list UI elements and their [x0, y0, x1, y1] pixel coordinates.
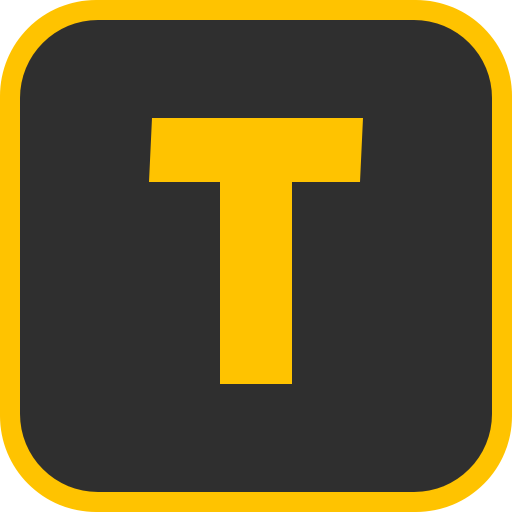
app-icon-stage [0, 0, 512, 512]
t-app-icon[interactable] [0, 0, 512, 512]
